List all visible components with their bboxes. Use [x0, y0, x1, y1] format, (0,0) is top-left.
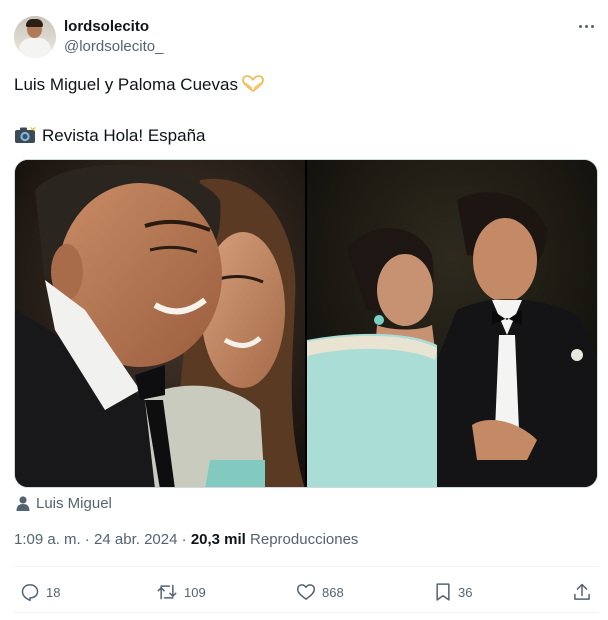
tweet-header: lordsolecito @lordsolecito_ [14, 16, 598, 58]
camera-flash-emoji-icon [14, 126, 36, 150]
views-count: 20,3 mil [190, 531, 246, 548]
divider-top [14, 566, 598, 567]
tweet-time[interactable]: 1:09 a. m. [14, 531, 81, 548]
more-options-icon[interactable] [576, 18, 596, 34]
tweet-line-2-text: Revista Hola! España [42, 126, 206, 145]
bookmark-count: 36 [458, 584, 473, 600]
display-name[interactable]: lordsolecito [64, 17, 163, 37]
like-button[interactable]: 868 [296, 578, 344, 606]
share-button[interactable] [572, 578, 592, 606]
share-icon [574, 583, 590, 600]
photo-couple-closeup[interactable] [15, 160, 305, 487]
action-bar: 18 109 868 36 [14, 578, 598, 606]
photo-couple-formal[interactable] [307, 160, 597, 487]
reply-button[interactable]: 18 [20, 578, 60, 606]
heart-icon [296, 584, 316, 600]
reply-icon [21, 584, 39, 602]
retweet-count: 109 [184, 584, 206, 600]
heart-hands-emoji-icon [242, 75, 264, 99]
like-count: 868 [322, 584, 344, 600]
views-label: Reproducciones [250, 531, 359, 548]
meta-separator-2: · [181, 531, 187, 548]
person-icon [16, 495, 30, 511]
tweet-line-1: Luis Miguel y Paloma Cuevas [14, 74, 594, 99]
retweet-button[interactable]: 109 [156, 578, 206, 606]
bookmark-icon [436, 583, 450, 601]
tagged-user[interactable]: Luis Miguel [16, 493, 112, 513]
handle[interactable]: @lordsolecito_ [64, 37, 163, 57]
bookmark-button[interactable]: 36 [434, 578, 472, 606]
tweet-text: Luis Miguel y Paloma Cuevas Revista Hola… [14, 74, 594, 150]
tagged-user-name: Luis Miguel [36, 494, 112, 512]
tweet-line-2: Revista Hola! España [14, 125, 594, 150]
retweet-icon [157, 584, 177, 600]
author-names: lordsolecito @lordsolecito_ [64, 17, 163, 57]
media-grid[interactable] [14, 159, 598, 488]
tweet-date[interactable]: 24 abr. 2024 [94, 531, 177, 548]
tweet-meta: 1:09 a. m. · 24 abr. 2024 · 20,3 mil Rep… [14, 530, 358, 550]
reply-count: 18 [46, 584, 61, 600]
avatar[interactable] [14, 16, 56, 58]
tweet-line-1-text: Luis Miguel y Paloma Cuevas [14, 75, 238, 94]
divider-bottom [14, 612, 598, 613]
meta-separator: · [84, 531, 90, 548]
